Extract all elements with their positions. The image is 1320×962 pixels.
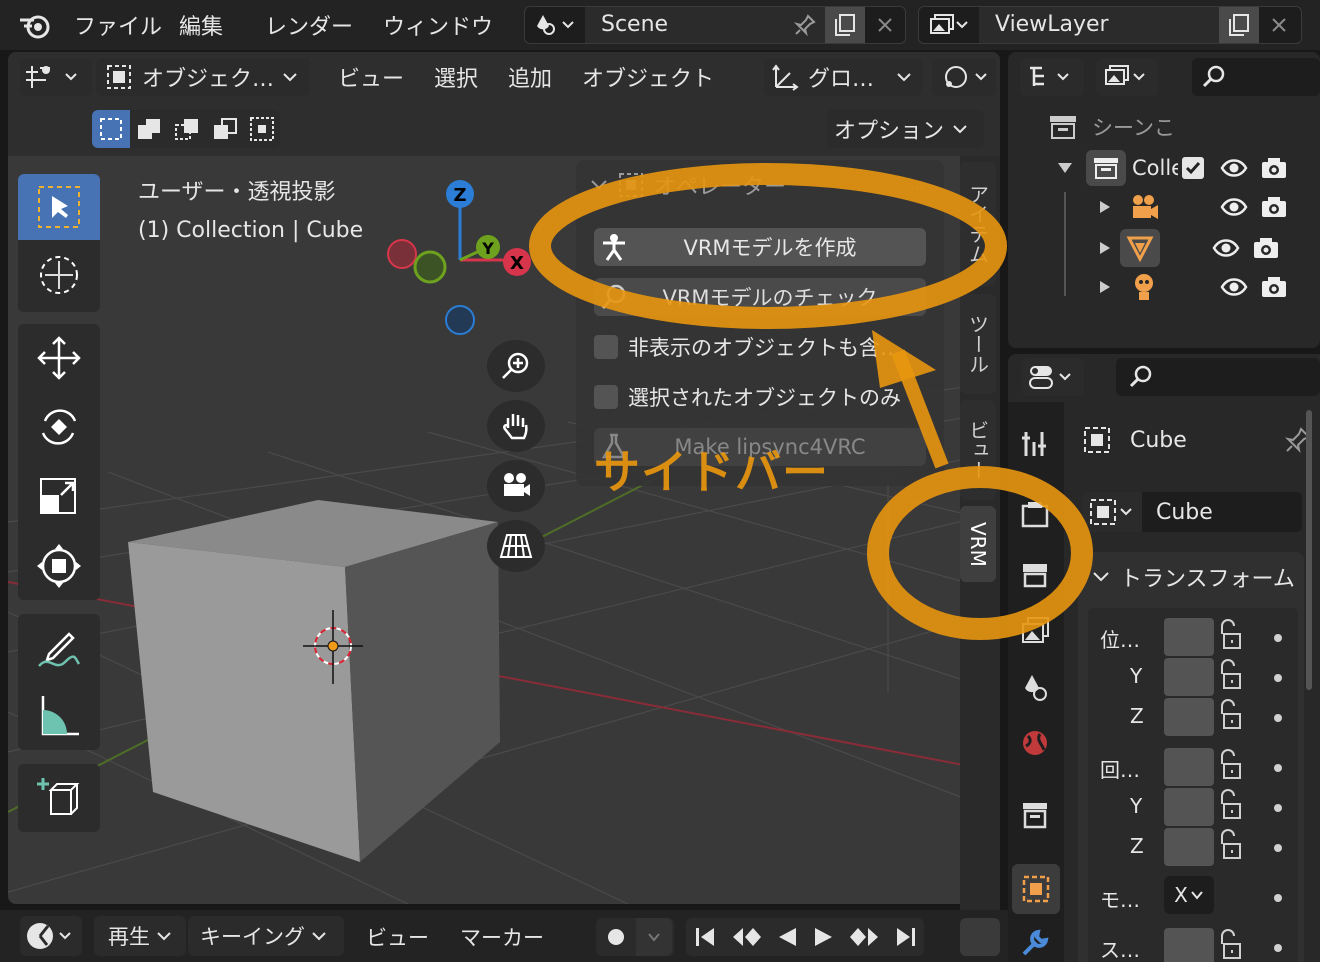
highlight-ellipse-vrm-tab <box>867 466 1093 640</box>
annotation-arrow-head <box>872 330 936 388</box>
sidebar-annotation-label: サイドバー <box>594 445 829 499</box>
highlight-ellipse-create-button <box>529 163 1007 329</box>
